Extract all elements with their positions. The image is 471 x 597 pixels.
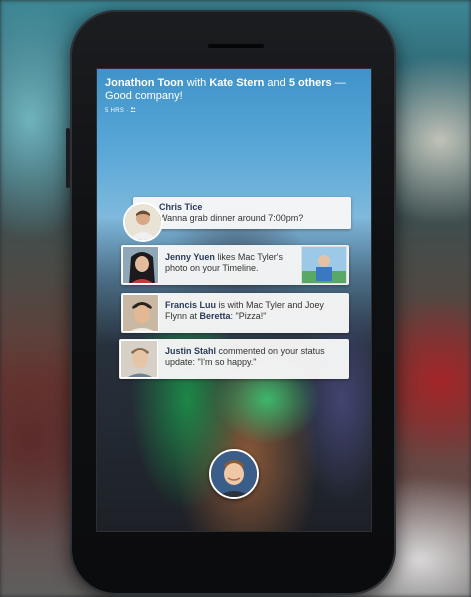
story-meta: 5 HRS · (105, 107, 363, 114)
notification-name: Chris Tice (159, 202, 203, 212)
story-and: and (267, 77, 286, 89)
avatar-jenny-yuen[interactable] (122, 246, 159, 284)
person-photo (125, 204, 161, 240)
phone-device: Jonathon Toon with Kate Stern and 5 othe… (66, 10, 396, 595)
story-author[interactable]: Jonathon Toon (105, 77, 184, 89)
friends-icon (130, 107, 137, 112)
story-others[interactable]: 5 others (289, 77, 332, 89)
avatar-chris-tice[interactable] (123, 202, 163, 242)
phone-side-button (66, 128, 70, 188)
notification-name: Francis Luu (165, 300, 217, 310)
person-photo (123, 295, 158, 331)
person-photo (123, 247, 158, 283)
story-separator: · (126, 108, 129, 114)
story-title: Jonathon Toon with Kate Stern and 5 othe… (105, 77, 363, 103)
notification-card-checkin[interactable]: Francis Luu is with Mac Tyler and Joey F… (121, 293, 349, 333)
story-with: with (186, 77, 207, 89)
notification-name: Justin Stahl (165, 346, 217, 356)
chat-head-avatar[interactable] (209, 449, 259, 499)
phone-speaker (208, 44, 264, 48)
notification-card-comment[interactable]: Justin Stahl commented on your status up… (119, 339, 349, 379)
notification-body: Jenny Yuen likes Mac Tyler's photo on yo… (165, 252, 293, 274)
notification-quote: : "Pizza!" (230, 311, 267, 321)
notification-body: Justin Stahl commented on your status up… (165, 346, 343, 368)
avatar-francis-luu[interactable] (122, 294, 159, 332)
person-photo (121, 341, 157, 377)
notification-card-message[interactable]: Chris Tice Wanna grab dinner around 7:00… (133, 197, 351, 229)
notification-text: Wanna grab dinner around 7:00pm? (159, 213, 304, 223)
story-tagged[interactable]: Kate Stern (209, 77, 264, 89)
notification-name: Jenny Yuen (165, 252, 215, 262)
notification-card-like[interactable]: Jenny Yuen likes Mac Tyler's photo on yo… (121, 245, 349, 285)
person-photo (211, 451, 257, 497)
notification-body: Francis Luu is with Mac Tyler and Joey F… (165, 300, 345, 322)
cover-feed-screen[interactable]: Jonathon Toon with Kate Stern and 5 othe… (96, 68, 372, 532)
photo-thumbnail[interactable] (301, 246, 347, 284)
notification-place[interactable]: Beretta (200, 311, 231, 321)
story-time: 5 HRS (105, 108, 125, 114)
story-header[interactable]: Jonathon Toon with Kate Stern and 5 othe… (105, 77, 363, 114)
avatar-justin-stahl[interactable] (120, 340, 158, 378)
